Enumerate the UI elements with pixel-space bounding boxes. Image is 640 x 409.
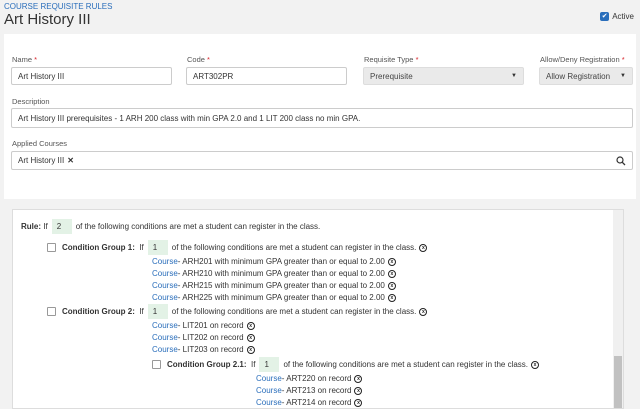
- item-text: - ARH215 with minimum GPA greater than o…: [177, 281, 385, 290]
- item-text: - ART220 on record: [281, 374, 352, 383]
- group-suffix: of the following conditions are met a st…: [171, 243, 417, 252]
- course-link[interactable]: Course: [152, 321, 178, 330]
- remove-icon[interactable]: x: [387, 281, 396, 290]
- item-text: - LIT201 on record: [177, 321, 244, 330]
- remove-icon[interactable]: x: [246, 333, 255, 342]
- remove-icon[interactable]: x: [387, 269, 396, 278]
- course-link[interactable]: Course: [152, 345, 178, 354]
- course-link[interactable]: Course: [152, 333, 178, 342]
- allow-deny-label: Allow/Deny Registration *: [540, 55, 625, 64]
- group-suffix: of the following conditions are met a st…: [171, 307, 417, 316]
- caret-down-icon: ▼: [511, 73, 517, 79]
- checkmark-icon[interactable]: ✔: [600, 12, 610, 21]
- active-label: Active: [612, 12, 634, 21]
- list-item: Course - LIT203 on record x: [152, 345, 255, 354]
- group-count-input[interactable]: 1: [147, 304, 168, 319]
- breadcrumb[interactable]: COURSE REQUISITE RULES: [4, 2, 112, 11]
- if-text: If: [251, 360, 256, 369]
- if-text: If: [139, 307, 144, 316]
- scrollbar[interactable]: [613, 210, 623, 408]
- rule-header: Rule: If 2 of the following conditions a…: [21, 219, 320, 234]
- close-icon[interactable]: ✕: [67, 156, 74, 165]
- list-item: Course - ARH210 with minimum GPA greater…: [152, 269, 396, 278]
- info-circle-icon[interactable]: x: [531, 360, 540, 369]
- course-link[interactable]: Course: [152, 257, 178, 266]
- group-label: Condition Group 2.1:: [167, 360, 247, 369]
- info-circle-icon[interactable]: x: [419, 243, 428, 252]
- code-label: Code *: [187, 55, 210, 64]
- item-text: - ART213 on record: [281, 386, 352, 395]
- scrollbar-thumb[interactable]: [614, 356, 622, 408]
- rule-count-input[interactable]: 2: [51, 219, 72, 234]
- description-input[interactable]: Art History III prerequisites - 1 ARH 20…: [11, 108, 633, 128]
- list-item: Course - ARH201 with minimum GPA greater…: [152, 257, 396, 266]
- rule-suffix: of the following conditions are met a st…: [75, 222, 321, 231]
- item-text: - LIT203 on record: [177, 345, 244, 354]
- remove-icon[interactable]: x: [246, 345, 255, 354]
- list-item: Course - LIT201 on record x: [152, 321, 255, 330]
- name-input[interactable]: Art History III: [11, 67, 172, 85]
- group-suffix: of the following conditions are met a st…: [283, 360, 529, 369]
- if-text: If: [139, 243, 144, 252]
- condition-group-2: Condition Group 2: If 1 of the following…: [47, 304, 428, 319]
- course-link[interactable]: Course: [152, 269, 178, 278]
- applied-courses-label: Applied Courses: [12, 139, 68, 148]
- remove-icon[interactable]: x: [354, 398, 363, 407]
- item-text: - ARH225 with minimum GPA greater than o…: [177, 293, 385, 302]
- list-item: Course - ARH215 with minimum GPA greater…: [152, 281, 396, 290]
- item-text: - ART214 on record: [281, 398, 352, 407]
- name-label: Name *: [12, 55, 38, 64]
- list-item: Course - ART213 on record x: [256, 386, 363, 395]
- group-label: Condition Group 1:: [62, 243, 135, 252]
- item-text: - ARH201 with minimum GPA greater than o…: [177, 257, 385, 266]
- remove-icon[interactable]: x: [354, 386, 363, 395]
- list-item: Course - LIT202 on record x: [152, 333, 255, 342]
- course-link[interactable]: Course: [256, 398, 282, 407]
- requisite-type-select[interactable]: Prerequisite ▼: [363, 67, 524, 85]
- applied-course-chip: Art History III ✕: [18, 156, 74, 165]
- course-link[interactable]: Course: [256, 386, 282, 395]
- search-icon[interactable]: [616, 155, 626, 166]
- group-checkbox[interactable]: [47, 243, 56, 252]
- list-item: Course - ARH225 with minimum GPA greater…: [152, 293, 396, 302]
- course-link[interactable]: Course: [152, 281, 178, 290]
- caret-down-icon: ▼: [620, 73, 626, 79]
- allow-deny-value: Allow Registration: [546, 71, 611, 81]
- remove-icon[interactable]: x: [354, 374, 363, 383]
- if-text: If: [43, 222, 48, 231]
- page-title: Art History III: [4, 11, 91, 28]
- group-label: Condition Group 2:: [62, 307, 135, 316]
- list-item: Course - ART214 on record x: [256, 398, 363, 407]
- requisite-type-label: Requisite Type *: [364, 55, 419, 64]
- group-count-input[interactable]: 1: [259, 357, 280, 372]
- applied-courses-input[interactable]: Art History III ✕: [11, 151, 633, 170]
- condition-group-1: Condition Group 1: If 1 of the following…: [47, 240, 428, 255]
- item-text: - LIT202 on record: [177, 333, 244, 342]
- remove-icon[interactable]: x: [387, 293, 396, 302]
- course-link[interactable]: Course: [152, 293, 178, 302]
- description-label: Description: [12, 97, 50, 106]
- course-link[interactable]: Course: [256, 374, 282, 383]
- chip-label: Art History III: [18, 156, 65, 165]
- active-toggle[interactable]: ✔ Active: [600, 12, 634, 21]
- remove-icon[interactable]: x: [387, 257, 396, 266]
- condition-group-2-1: Condition Group 2.1: If 1 of the followi…: [152, 357, 540, 372]
- remove-icon[interactable]: x: [246, 321, 255, 330]
- group-checkbox[interactable]: [47, 307, 56, 316]
- item-text: - ARH210 with minimum GPA greater than o…: [177, 269, 385, 278]
- list-item: Course - ART220 on record x: [256, 374, 363, 383]
- group-count-input[interactable]: 1: [147, 240, 168, 255]
- group-checkbox[interactable]: [152, 360, 161, 369]
- rule-prefix: Rule:: [21, 222, 41, 231]
- rule-builder-panel: Rule: If 2 of the following conditions a…: [12, 209, 624, 409]
- info-circle-icon[interactable]: x: [419, 307, 428, 316]
- code-input[interactable]: ART302PR: [186, 67, 347, 85]
- allow-deny-select[interactable]: Allow Registration ▼: [539, 67, 633, 85]
- requisite-type-value: Prerequisite: [370, 71, 413, 81]
